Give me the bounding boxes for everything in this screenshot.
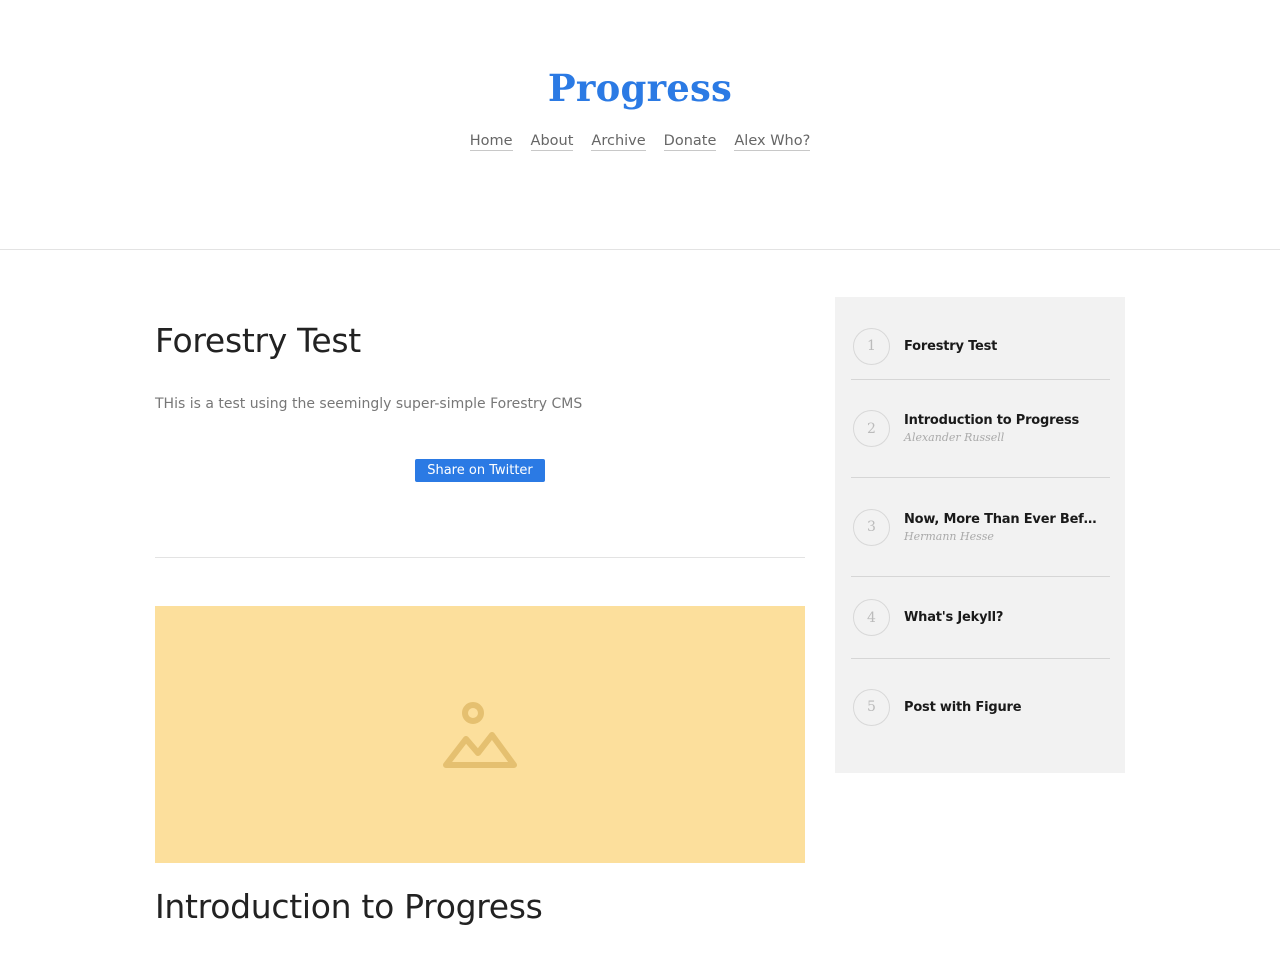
sidebar-item-text: Now, More Than Ever Before... Hermann He… [904,512,1099,543]
post-title[interactable]: Forestry Test [155,321,805,360]
site-header: Progress Home About Archive Donate Alex … [0,0,1280,250]
sidebar-item-2[interactable]: 2 Introduction to Progress Alexander Rus… [851,380,1110,478]
sidebar-item-text: Post with Figure [904,700,1021,715]
site-title[interactable]: Progress [0,66,1280,110]
nav-alex-who[interactable]: Alex Who? [734,133,811,151]
sidebar-item-author: Alexander Russell [904,431,1005,444]
recent-posts-sidebar: 1 Forestry Test 2 Introduction to Progre… [835,297,1125,773]
post-number: 5 [853,688,890,726]
next-post-title[interactable]: Introduction to Progress [155,887,805,926]
sidebar-item-title: Post with Figure [904,699,1022,715]
mountain-image-icon [443,701,517,768]
post-number: 1 [853,327,890,365]
share-container: Share on Twitter [155,459,805,482]
sidebar-item-title: What's Jekyll? [904,610,1004,625]
post-divider [155,557,805,558]
sidebar-item-text: Forestry Test [904,339,997,354]
sidebar-item-title: Forestry Test [904,338,998,354]
sidebar-item-text: Introduction to Progress Alexander Russe… [904,413,1079,444]
sidebar-item-title: Introduction to Progress [904,413,1080,428]
post-excerpt: THis is a test using the seemingly super… [155,396,583,412]
next-post-image[interactable] [155,606,805,863]
post-number: 4 [853,599,890,636]
sidebar-item-5[interactable]: 5 Post with Figure [851,659,1110,755]
post-number: 2 [853,410,890,447]
nav-donate[interactable]: Donate [663,133,717,151]
main-nav: Home About Archive Donate Alex Who? [0,133,1280,151]
sidebar-item-3[interactable]: 3 Now, More Than Ever Before... Hermann … [851,478,1110,577]
sidebar-item-1[interactable]: 1 Forestry Test [851,313,1110,380]
nav-home[interactable]: Home [469,133,513,151]
post-number: 3 [853,508,890,546]
sidebar-item-author: Hermann Hesse [904,529,994,543]
share-twitter-button[interactable]: Share on Twitter [415,459,545,482]
sidebar-item-4[interactable]: 4 What's Jekyll? [851,577,1110,659]
main-content: Forestry Test THis is a test using the s… [155,297,805,926]
nav-archive[interactable]: Archive [591,133,646,151]
sidebar-item-text: What's Jekyll? [904,610,1003,625]
sidebar-item-title: Now, More Than Ever Before... [904,511,1099,527]
nav-about[interactable]: About [530,133,574,151]
